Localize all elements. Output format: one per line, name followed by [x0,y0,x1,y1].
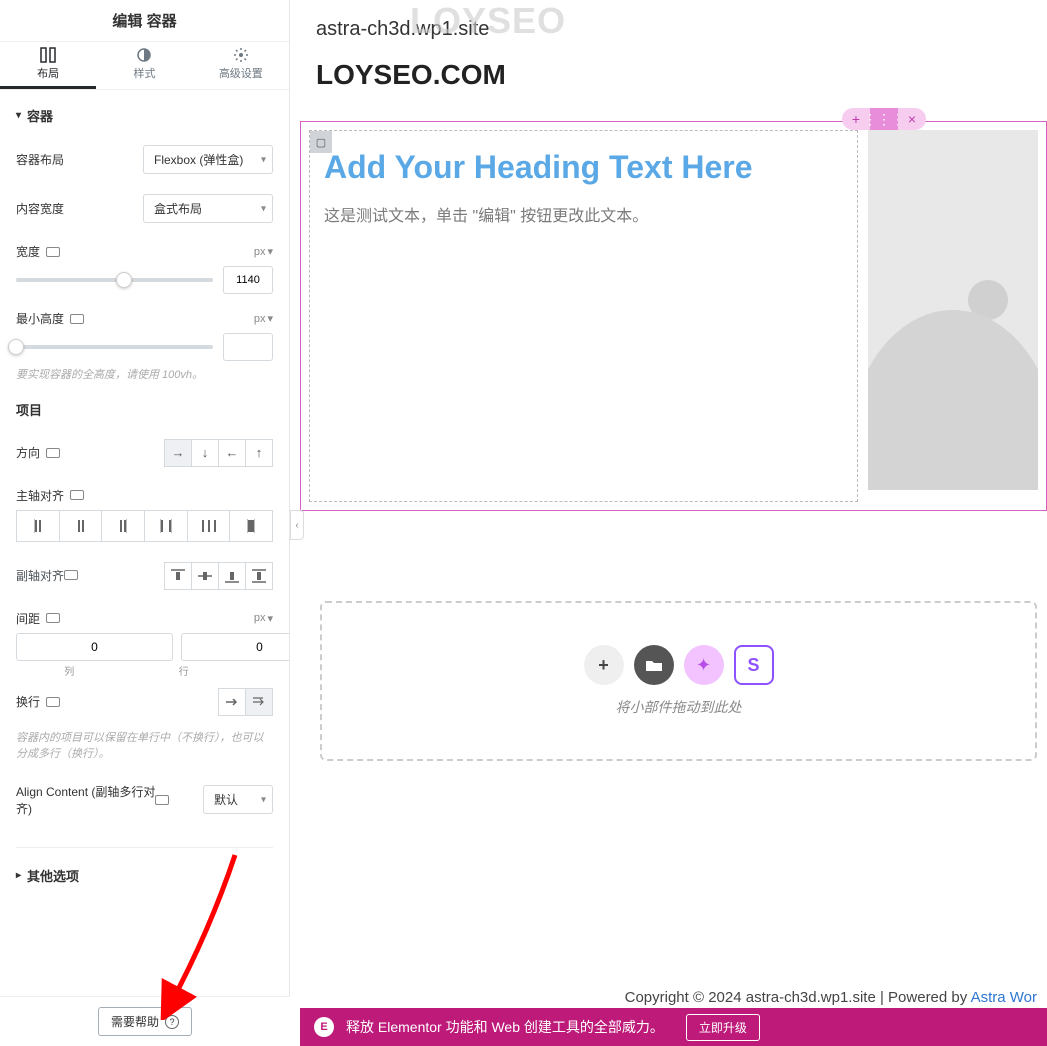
min-height-slider[interactable] [16,345,213,349]
drop-zone-text: 将小部件拖动到此处 [616,697,742,717]
panel-collapse-button[interactable]: ‹ [290,510,304,540]
align-end-button[interactable] [218,562,246,590]
placeholder-image-icon [868,130,1038,490]
wrap-hint: 容器内的项目可以保留在单行中（不换行），也可以分成多行（换行）。 [16,730,273,763]
section-container[interactable]: ▾ 容器 [16,90,273,135]
tab-layout-label: 布局 [37,65,59,81]
caret-right-icon: ▸ [16,870,21,881]
help-button[interactable]: 需要帮助 ? [98,1007,192,1036]
preview-area: astra-ch3d.wp1.site LOYSEO LOYSEO.COM + … [290,0,1047,1046]
site-name: LOYSEO.COM [316,59,1021,91]
direction-row-button[interactable]: → [164,439,192,467]
help-bar: 需要帮助 ? [0,996,290,1046]
min-height-input[interactable] [223,333,273,361]
template-button[interactable] [634,645,674,685]
section-other[interactable]: ▸ 其他选项 [16,847,273,895]
width-label: 宽度 [16,243,40,260]
align-content-label: Align Content (副轴多行对齐) [16,783,166,817]
content-width-select[interactable]: 盒式布局 [143,194,273,223]
container-badge-icon[interactable]: ▢ [310,131,332,153]
heading-widget[interactable]: Add Your Heading Text Here [324,149,843,186]
tab-advanced[interactable]: 高级设置 [193,42,289,89]
justify-center-button[interactable] [59,510,103,542]
inner-container[interactable]: ▢ Add Your Heading Text Here 这是测试文本，单击 "… [309,130,858,502]
justify-start-button[interactable] [16,510,60,542]
desktop-icon[interactable] [64,570,78,580]
selected-container[interactable]: + ⋮⋮⋮ × ▢ Add Your Heading Text Here 这是测… [300,121,1047,511]
wrap-label: 换行 [16,693,40,710]
justify-evenly-button[interactable] [229,510,273,542]
desktop-icon[interactable] [46,247,60,257]
footer-copyright: Copyright © 2024 astra-ch3d.wp1.site | P… [625,989,1037,1006]
align-center-button[interactable] [191,562,219,590]
align-content-select[interactable]: 默认 [203,785,273,814]
editor-sidebar: 编辑 容器 布局 样式 高级设置 ▾ 容器 容器布局 Flexbox (弹性盒)… [0,0,290,1046]
gap-row-input[interactable] [181,633,289,661]
panel-tabs: 布局 样式 高级设置 [0,42,289,90]
watermark: LOYSEO [410,0,566,42]
gap-column-input[interactable] [16,633,173,661]
text-widget[interactable]: 这是测试文本，单击 "编辑" 按钮更改此文本。 [324,202,843,226]
wrap-nowrap-button[interactable] [218,688,246,716]
promo-bar: E 释放 Elementor 功能和 Web 创建工具的全部威力。 立即升级 [300,1008,1047,1046]
width-input[interactable] [223,266,273,294]
gap-label: 间距 [16,610,40,627]
tab-style[interactable]: 样式 [96,42,192,89]
align-label: 副轴对齐 [16,569,64,583]
direction-label: 方向 [16,444,40,461]
min-height-hint: 要实现容器的全高度，请使用 100vh。 [16,367,273,384]
panel-body: ▾ 容器 容器布局 Flexbox (弹性盒) 内容宽度 盒式布局 宽度 px … [0,90,289,996]
sparkle-button[interactable]: S [734,645,774,685]
tab-style-label: 样式 [133,65,155,81]
caret-down-icon: ▾ [16,110,21,121]
desktop-icon[interactable] [46,613,60,623]
desktop-icon[interactable] [46,448,60,458]
min-height-label: 最小高度 [16,310,64,327]
justify-around-button[interactable] [187,510,231,542]
theme-link[interactable]: Astra Wor [971,989,1037,1006]
desktop-icon[interactable] [46,697,60,707]
container-close-button[interactable]: × [898,108,926,130]
desktop-icon[interactable] [70,314,84,324]
container-drag-handle[interactable]: ⋮⋮⋮ [870,108,898,130]
gap-row-sublabel: 行 [131,663,238,678]
image-widget[interactable] [868,130,1038,502]
panel-title: 编辑 容器 [0,0,289,42]
tab-advanced-label: 高级设置 [219,65,263,81]
align-start-button[interactable] [164,562,192,590]
direction-column-button[interactable]: ↓ [191,439,219,467]
promo-text: 释放 Elementor 功能和 Web 创建工具的全部威力。 [346,1017,664,1037]
gap-unit-select[interactable]: px ▾ [254,612,273,625]
tab-layout[interactable]: 布局 [0,42,96,89]
drop-zone[interactable]: + ✦ S 将小部件拖动到此处 [320,601,1037,761]
section-items-title: 项目 [16,394,273,429]
gap-col-sublabel: 列 [16,663,123,678]
container-layout-label: 容器布局 [16,151,64,168]
width-slider[interactable] [16,278,213,282]
wrap-wrap-button[interactable] [245,688,273,716]
content-width-label: 内容宽度 [16,200,64,217]
align-stretch-button[interactable] [245,562,273,590]
help-icon: ? [165,1015,179,1029]
add-widget-button[interactable]: + [584,645,624,685]
justify-end-button[interactable] [101,510,145,542]
direction-column-reverse-button[interactable]: ↑ [245,439,273,467]
container-layout-select[interactable]: Flexbox (弹性盒) [143,145,273,174]
width-unit-select[interactable]: px ▾ [254,245,273,258]
elementor-icon: E [314,1017,334,1037]
ai-button[interactable]: ✦ [684,645,724,685]
min-height-unit-select[interactable]: px ▾ [254,312,273,325]
desktop-icon[interactable] [70,490,84,500]
justify-between-button[interactable] [144,510,188,542]
desktop-icon[interactable] [155,795,169,805]
upgrade-button[interactable]: 立即升级 [686,1014,760,1041]
direction-row-reverse-button[interactable]: ← [218,439,246,467]
justify-label: 主轴对齐 [16,487,64,504]
